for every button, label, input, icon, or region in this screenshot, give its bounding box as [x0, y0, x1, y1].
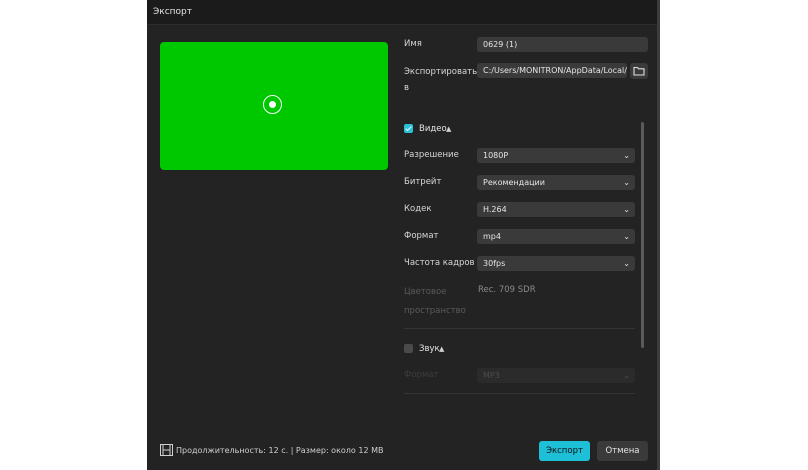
- format-select[interactable]: mp4 ⌄: [477, 229, 635, 244]
- resolution-label: Разрешение: [404, 150, 459, 160]
- format-value: mp4: [483, 232, 501, 241]
- audio-format-label: Формат: [404, 370, 439, 380]
- export-button[interactable]: Экспорт: [539, 441, 590, 461]
- framerate-value: 30fps: [483, 259, 506, 268]
- audio-checkbox[interactable]: [404, 344, 413, 353]
- audio-format-value: MP3: [483, 371, 500, 380]
- codec-value: H.264: [483, 205, 507, 214]
- caret-up-icon[interactable]: ▲: [446, 125, 451, 133]
- folder-icon: [633, 66, 645, 76]
- cancel-button[interactable]: Отмена: [597, 441, 648, 461]
- colorspace-value: Rec. 709 SDR: [478, 285, 536, 295]
- export-to-label-line1: Экспортировать: [404, 67, 478, 77]
- chevron-down-icon: ⌄: [623, 259, 630, 268]
- title-bar: Экспорт: [147, 0, 657, 25]
- caret-up-icon[interactable]: ▲: [439, 345, 444, 353]
- framerate-select[interactable]: 30fps ⌄: [477, 256, 635, 271]
- section-divider: [404, 328, 635, 329]
- colorspace-label-line1: Цветовое: [404, 287, 447, 297]
- window-edge: [657, 0, 660, 470]
- resolution-select[interactable]: 1080P ⌄: [477, 148, 635, 163]
- audio-section-label: Звук: [419, 344, 440, 354]
- export-to-label-line2: в: [404, 83, 410, 93]
- colorspace-label: Цветовое пространство: [404, 283, 466, 321]
- resolution-value: 1080P: [483, 151, 509, 160]
- codec-label: Кодек: [404, 204, 432, 214]
- name-input[interactable]: 0629 (1): [477, 37, 648, 52]
- export-dialog: Экспорт Имя 0629 (1) Экспортировать в C:…: [147, 0, 657, 470]
- codec-select[interactable]: H.264 ⌄: [477, 202, 635, 217]
- bitrate-value: Рекомендации: [483, 178, 545, 187]
- chevron-down-icon: ⌄: [623, 151, 630, 160]
- chevron-down-icon: ⌄: [623, 178, 630, 187]
- name-label: Имя: [404, 39, 422, 49]
- video-checkbox[interactable]: [404, 124, 413, 133]
- settings-scrollbar[interactable]: [641, 122, 644, 348]
- dialog-title: Экспорт: [153, 7, 193, 17]
- bitrate-label: Битрейт: [404, 177, 442, 187]
- export-to-label: Экспортировать в: [404, 64, 477, 96]
- video-section-label: Видео: [419, 124, 447, 134]
- browse-folder-button[interactable]: [630, 63, 648, 79]
- colorspace-label-line2: пространство: [404, 306, 466, 316]
- play-icon[interactable]: [263, 95, 282, 114]
- section-divider: [404, 393, 635, 394]
- video-preview[interactable]: [160, 42, 388, 170]
- chevron-down-icon: ⌄: [623, 232, 630, 241]
- duration-size-info: Продолжительность: 12 с. | Размер: около…: [176, 446, 384, 455]
- chevron-down-icon: ⌄: [623, 205, 630, 214]
- export-path-input[interactable]: C:/Users/MONITRON/AppData/Local/...: [477, 63, 627, 78]
- film-icon: [160, 444, 173, 456]
- bitrate-select[interactable]: Рекомендации ⌄: [477, 175, 635, 190]
- framerate-label: Частота кадров: [404, 258, 475, 268]
- format-label: Формат: [404, 231, 439, 241]
- audio-format-select: MP3 ⌄: [477, 368, 635, 383]
- chevron-down-icon: ⌄: [623, 371, 630, 380]
